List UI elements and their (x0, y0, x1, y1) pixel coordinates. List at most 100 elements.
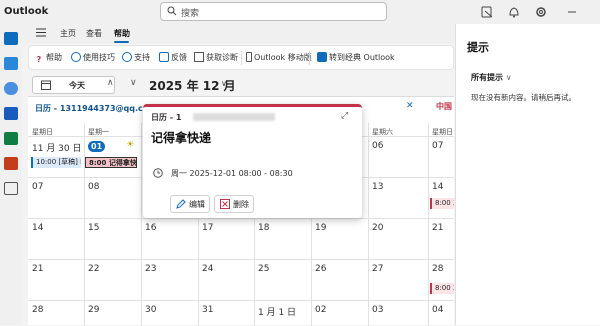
gear-icon[interactable] (534, 5, 548, 19)
chevron-down-icon[interactable]: ∨ (221, 79, 227, 88)
hamburger-icon[interactable] (36, 28, 46, 37)
help-button[interactable]: ? 帮助 (34, 52, 62, 65)
day-cell-label[interactable]: 26 (315, 264, 326, 274)
menu-view[interactable]: 查看 (86, 28, 102, 39)
day-cell-label[interactable]: 17 (202, 223, 213, 233)
day-cell-label[interactable]: 03 (372, 305, 383, 315)
day-cell-label[interactable]: 31 (202, 305, 213, 315)
today-button[interactable]: 今天 (32, 76, 115, 94)
title-bar: Outlook 搜索 (0, 0, 600, 24)
grid-divider (368, 123, 369, 326)
day-cell-label[interactable]: 02 (315, 305, 326, 315)
day-cell-label[interactable]: 07 (32, 182, 43, 192)
classic-outlook-button[interactable]: 转到经典 Outlook (317, 52, 395, 63)
draft-event[interactable]: 10:00 [草稿] F (31, 157, 81, 168)
grid-divider (428, 123, 429, 326)
delete-button[interactable]: 删除 (214, 195, 254, 213)
active-tab-indicator (114, 41, 129, 43)
calendar-nav-bar: 今天 ∧ ∨ 2025 年 12 月 ∨ (28, 73, 454, 95)
grid-divider (84, 123, 85, 326)
lightbulb-icon (71, 52, 81, 62)
powerpoint-icon[interactable] (4, 157, 18, 170)
delete-icon (220, 199, 230, 209)
day-cell-label[interactable]: 15 (88, 223, 99, 233)
grid-divider (141, 123, 142, 326)
excel-icon[interactable] (4, 132, 18, 145)
feedback-icon (159, 52, 169, 62)
support-button[interactable]: 支持 (122, 52, 150, 63)
mail-icon[interactable] (4, 32, 18, 45)
next-month-button[interactable]: ∨ (130, 78, 137, 88)
bell-icon[interactable] (507, 5, 521, 19)
empty-message: 现在没有新内容。请稍后再试。 (471, 93, 576, 102)
compose-note-icon[interactable] (480, 5, 494, 19)
tips-button[interactable]: 使用技巧 (71, 52, 115, 63)
event-pickup-package[interactable]: 8:00 记得拿快 (85, 157, 137, 168)
ribbon-divider (309, 51, 310, 65)
clock-icon (153, 168, 163, 178)
day-cell-label[interactable]: 14 (432, 182, 443, 192)
day-cell-label[interactable]: 20 (372, 223, 383, 233)
day-cell-label[interactable]: 14 (32, 223, 43, 233)
search-icon (167, 6, 177, 16)
ribbon: ? 帮助 使用技巧 支持 反馈 获取诊断 Outlook 移动版 转到经典 Out… (28, 45, 454, 70)
day-cell-label[interactable]: 21 (32, 264, 43, 274)
word-icon[interactable] (4, 107, 18, 120)
diagnostics-button[interactable]: 获取诊断 (194, 52, 238, 63)
day-cell-label[interactable]: 28 (432, 264, 443, 274)
day-cell-label[interactable]: 04 (432, 305, 443, 315)
day-cell-label[interactable]: 16 (145, 223, 156, 233)
expand-icon[interactable]: ⤢ (341, 111, 348, 121)
question-icon: ? (36, 55, 42, 64)
grid-divider (28, 259, 454, 260)
pane-title: 提示 (467, 41, 489, 54)
minimize-icon[interactable] (565, 5, 579, 19)
diagnostics-icon (194, 52, 204, 62)
redacted-account (193, 113, 275, 121)
feedback-button[interactable]: 反馈 (159, 52, 187, 63)
event-saturday-1[interactable]: 8:00 才 (430, 198, 454, 209)
app-title: Outlook (4, 6, 49, 17)
tips-pane: 提示 所有提示 ∨ 现在没有新内容。请稍后再试。 (455, 24, 600, 325)
day-cell-label[interactable]: 06 (372, 141, 383, 151)
menu-home[interactable]: 主页 (60, 28, 76, 39)
second-calendar-label: 中国 (436, 102, 452, 111)
day-cell-label[interactable]: 13 (372, 182, 383, 192)
day-cell-label[interactable]: 24 (202, 264, 213, 274)
support-icon (122, 52, 132, 62)
day-cell-label[interactable]: 23 (145, 264, 156, 274)
tips-filter-dropdown[interactable]: 所有提示 ∨ (471, 72, 512, 83)
close-calendar-icon[interactable]: ✕ (406, 101, 414, 111)
day-cell-label[interactable]: 19 (315, 223, 326, 233)
day-cell-label[interactable]: 29 (88, 305, 99, 315)
people-icon[interactable] (4, 82, 18, 95)
day-cell-label[interactable]: 08 (88, 182, 99, 192)
day-cell-label[interactable]: 21 (432, 223, 443, 233)
edit-button[interactable]: 编辑 (170, 195, 210, 213)
event-popup: 日历 - 1 ⤢ 记得拿快递 周一 2025-12-01 08:00 - 08:… (143, 104, 362, 218)
today-date-badge[interactable]: 01 (88, 141, 106, 152)
previous-month-button[interactable]: ∧ (107, 78, 114, 88)
mobile-button[interactable]: Outlook 移动版 (246, 52, 312, 63)
day-cell-label[interactable]: 28 (32, 305, 43, 315)
day-cell-label[interactable]: 18 (258, 223, 269, 233)
search-input[interactable]: 搜索 (181, 6, 199, 19)
menu-bar: 主页 查看 帮助 (22, 24, 454, 44)
day-cell-label[interactable]: 30 (145, 305, 156, 315)
event-saturday-2[interactable]: 8:00 才 (430, 283, 454, 294)
event-title: 记得拿快递 (151, 131, 212, 145)
pencil-icon (176, 199, 186, 209)
apps-icon[interactable] (4, 182, 18, 195)
calendar-account-label: 日历 - 1311944373@qq.co... (35, 104, 158, 113)
day-cell-label[interactable]: 22 (88, 264, 99, 274)
day-cell-label[interactable]: 1 月 1 日 (258, 305, 296, 318)
search-box[interactable]: 搜索 (160, 2, 387, 21)
calendar-icon[interactable] (4, 57, 18, 70)
menu-help[interactable]: 帮助 (114, 28, 130, 39)
day-cell-label[interactable]: 25 (258, 264, 269, 274)
day-cell-label[interactable]: 11 月 30 日 (32, 141, 82, 154)
left-rail (0, 24, 22, 325)
popup-calendar-label: 日历 - 1 (151, 113, 182, 122)
day-cell-label[interactable]: 07 (432, 141, 443, 151)
day-cell-label[interactable]: 27 (372, 264, 383, 274)
